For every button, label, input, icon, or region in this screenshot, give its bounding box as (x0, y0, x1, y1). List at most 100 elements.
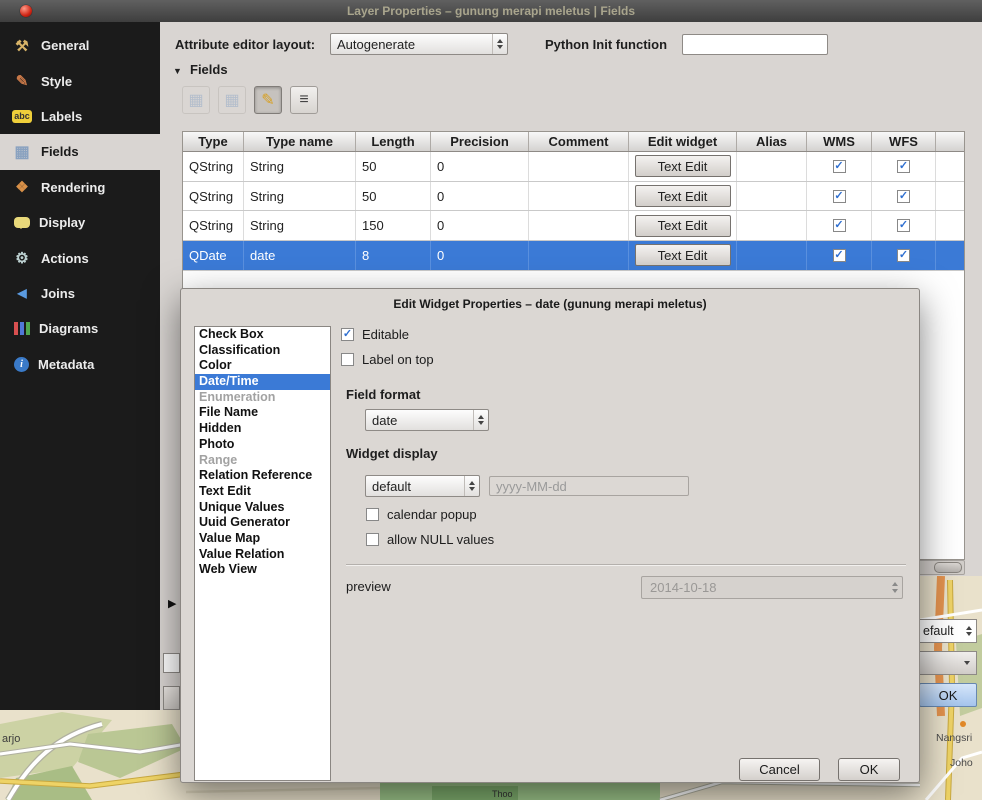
spinner-arrows-icon (473, 410, 488, 430)
column-header-precision: Precision (431, 132, 529, 151)
wfs-checkbox[interactable]: ✓ (897, 219, 910, 232)
background-ok-button[interactable]: OK (919, 683, 977, 707)
map-label: arjo (2, 733, 20, 745)
widget-type-item[interactable]: Uuid Generator (195, 515, 330, 531)
field-format-dropdown[interactable]: date (365, 409, 489, 431)
editable-checkbox[interactable]: ✓ (341, 328, 354, 341)
cell-filler (936, 152, 964, 181)
map-label: Nangsri (936, 732, 972, 744)
widget-type-item[interactable]: Range (195, 453, 330, 469)
sidebar-item-actions[interactable]: ⚙ Actions (0, 240, 160, 275)
cell-edit-widget: Text Edit (629, 211, 737, 240)
column-header-type-name: Type name (244, 132, 356, 151)
sidebar-item-general[interactable]: ⚒ General (0, 28, 160, 63)
toggle-editing-button[interactable]: ✎ (254, 86, 282, 114)
ok-button[interactable]: OK (838, 758, 900, 781)
text-edit-button[interactable]: Text Edit (635, 244, 731, 266)
widget-type-item-selected[interactable]: Date/Time (195, 374, 330, 390)
widget-type-item[interactable]: Unique Values (195, 500, 330, 516)
wms-checkbox[interactable]: ✓ (833, 160, 846, 173)
widget-type-item[interactable]: Color (195, 358, 330, 374)
wfs-checkbox[interactable]: ✓ (897, 160, 910, 173)
window-close-button[interactable] (20, 5, 32, 17)
background-default-combo[interactable]: efault (919, 619, 977, 643)
allow-null-checkbox[interactable] (366, 533, 379, 546)
widget-type-item[interactable]: Photo (195, 437, 330, 453)
column-header-length: Length (356, 132, 431, 151)
sidebar-item-label: Style (41, 74, 72, 89)
text-edit-button[interactable]: Text Edit (635, 155, 731, 177)
widget-type-item[interactable]: Web View (195, 562, 330, 578)
table-row[interactable]: QString String 150 0 Text Edit ✓ ✓ (183, 211, 964, 241)
preview-date-value: 2014-10-18 (650, 580, 717, 595)
widget-type-item[interactable]: Enumeration (195, 390, 330, 406)
sidebar-item-label: Display (39, 215, 85, 230)
field-format-label: Field format (346, 387, 420, 402)
widget-type-item[interactable]: Check Box (195, 327, 330, 343)
sidebar-item-labels[interactable]: abc Labels (0, 99, 160, 134)
style-brush-icon: ✎ (12, 72, 32, 90)
widget-type-item[interactable]: File Name (195, 405, 330, 421)
widget-type-item[interactable]: Value Map (195, 531, 330, 547)
sidebar-item-joins[interactable]: ◀ Joins (0, 276, 160, 311)
sidebar-item-diagrams[interactable]: Diagrams (0, 311, 160, 346)
sidebar-item-rendering[interactable]: ❖ Rendering (0, 170, 160, 205)
widget-type-item[interactable]: Text Edit (195, 484, 330, 500)
text-edit-button[interactable]: Text Edit (635, 215, 731, 237)
labels-abc-icon: abc (12, 110, 32, 123)
partial-widget-sliver[interactable] (163, 653, 180, 673)
cell-type: QString (183, 211, 244, 240)
attribute-editor-layout-dropdown[interactable]: Autogenerate (330, 33, 508, 55)
preview-label: preview (346, 579, 391, 594)
sidebar-item-label: Diagrams (39, 321, 98, 336)
widget-type-item[interactable]: Hidden (195, 421, 330, 437)
calendar-popup-checkbox[interactable] (366, 508, 379, 521)
wms-checkbox[interactable]: ✓ (833, 219, 846, 232)
cancel-button[interactable]: Cancel (739, 758, 820, 781)
wfs-checkbox[interactable]: ✓ (897, 190, 910, 203)
widget-type-item[interactable]: Value Relation (195, 547, 330, 563)
panel-expand-arrow-icon[interactable]: ▶ (168, 597, 176, 610)
column-header-alias: Alias (737, 132, 807, 151)
field-calculator-button[interactable]: ≡ (290, 86, 318, 114)
table-row-selected[interactable]: QDate date 8 0 Text Edit ✓ ✓ (183, 241, 964, 271)
wms-checkbox[interactable]: ✓ (833, 190, 846, 203)
wms-checkbox[interactable]: ✓ (833, 249, 846, 262)
new-column-button[interactable]: ▦ (182, 86, 210, 114)
label-on-top-label: Label on top (362, 352, 434, 367)
widget-display-dropdown[interactable]: default (365, 475, 480, 497)
horizontal-separator (346, 564, 906, 566)
background-dropdown[interactable] (919, 651, 977, 675)
wfs-checkbox[interactable]: ✓ (897, 249, 910, 262)
calendar-popup-checkbox-row: calendar popup (366, 507, 477, 522)
delete-column-button[interactable]: ▦ (218, 86, 246, 114)
widget-type-item[interactable]: Relation Reference (195, 468, 330, 484)
sidebar-item-style[interactable]: ✎ Style (0, 63, 160, 98)
allow-null-checkbox-row: allow NULL values (366, 532, 494, 547)
scrollbar-thumb[interactable] (934, 562, 962, 573)
widget-type-item[interactable]: Classification (195, 343, 330, 359)
cell-edit-widget: Text Edit (629, 241, 737, 270)
sidebar-item-metadata[interactable]: i Metadata (0, 347, 160, 382)
cell-wms: ✓ (807, 152, 872, 181)
sidebar-item-fields[interactable]: ▦ Fields (0, 134, 160, 169)
sidebar-item-display[interactable]: Display (0, 205, 160, 240)
python-init-function-input[interactable] (682, 34, 828, 55)
table-row[interactable]: QString String 50 0 Text Edit ✓ ✓ (183, 152, 964, 182)
cell-precision: 0 (431, 152, 529, 181)
cell-comment (529, 182, 629, 211)
cell-type-name: String (244, 211, 356, 240)
label-on-top-checkbox-row: Label on top (341, 352, 434, 367)
checkmark-icon: ✓ (834, 250, 843, 261)
spinner-arrows-icon (464, 476, 479, 496)
label-on-top-checkbox[interactable] (341, 353, 354, 366)
section-collapse-arrow-icon[interactable]: ▼ (173, 66, 182, 76)
checkmark-icon: ✓ (834, 161, 843, 172)
text-edit-button[interactable]: Text Edit (635, 185, 731, 207)
preview-date-field[interactable]: 2014-10-18 (641, 576, 903, 599)
partial-widget-sliver[interactable] (163, 686, 180, 710)
display-format-field[interactable]: yyyy-MM-dd (489, 476, 689, 496)
table-row[interactable]: QString String 50 0 Text Edit ✓ ✓ (183, 182, 964, 212)
checkmark-icon: ✓ (899, 220, 908, 231)
checkmark-icon: ✓ (899, 250, 908, 261)
